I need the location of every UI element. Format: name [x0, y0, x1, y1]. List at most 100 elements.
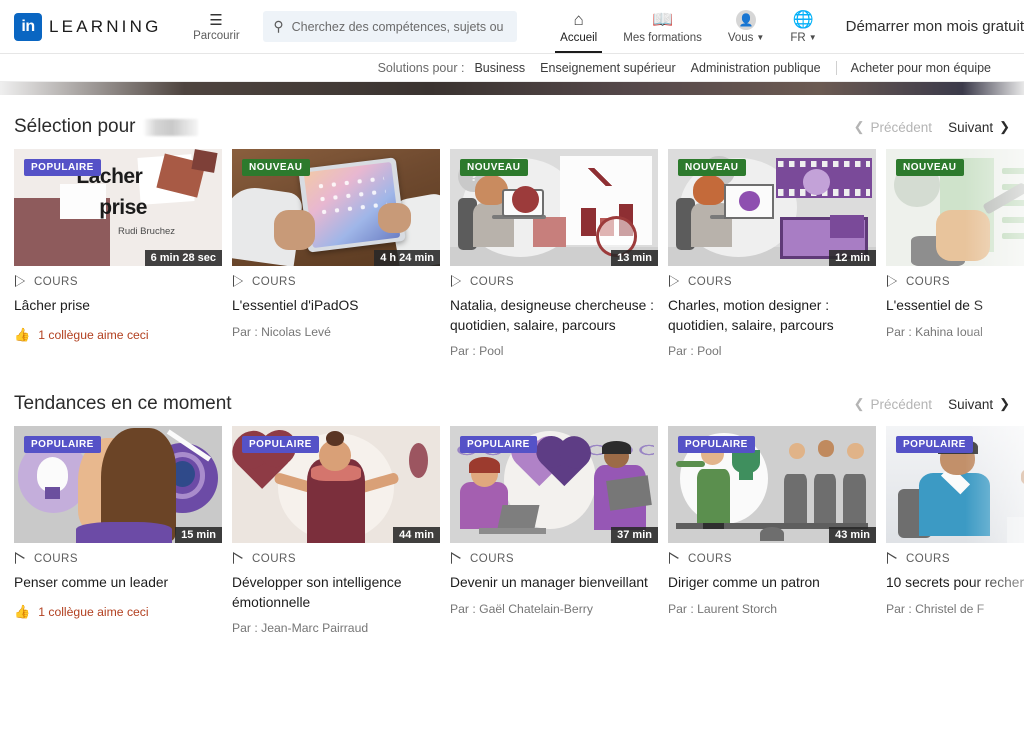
nav-item-language[interactable]: 🌐 FR ▼ — [777, 0, 829, 53]
search-bar[interactable]: ⚲ — [263, 11, 518, 42]
course-type-label: COURS — [34, 552, 79, 565]
course-type-label: COURS — [252, 275, 297, 288]
chevron-down-icon: ▼ — [808, 33, 817, 42]
badge-new: NOUVEAU — [460, 159, 528, 176]
book-icon: 📖 — [651, 9, 674, 29]
thumbs-up-icon: 👍 — [14, 603, 31, 619]
course-thumbnail[interactable]: POPULAIRE 44 min — [232, 426, 440, 544]
course-title[interactable]: Penser comme un leader — [14, 573, 222, 593]
course-duration: 4 h 24 min — [374, 250, 440, 266]
linkedin-learning-logo[interactable]: in LEARNING — [14, 12, 162, 41]
course-social-proof: 👍 1 collègue aime ceci — [14, 604, 222, 620]
course-author: Par : Pool — [450, 344, 504, 359]
browse-label: Parcourir — [193, 29, 240, 42]
carousel-prev-button[interactable]: ❮ Précédent — [854, 119, 932, 135]
nav-item-vous[interactable]: 👤 Vous ▼ — [715, 0, 778, 53]
section-title-tendances: Tendances en ce moment — [14, 393, 232, 415]
thumbs-up-icon: 👍 — [14, 326, 31, 342]
course-type-label: COURS — [34, 275, 79, 288]
section-selection-pour: Sélection pour ❮ Précédent Suivant ❯ Lâc… — [14, 105, 1024, 359]
course-title[interactable]: Natalia, designeuse chercheuse : quotidi… — [450, 296, 658, 335]
course-duration: 6 min 28 sec — [144, 250, 222, 266]
solutions-prefix: Solutions pour : — [377, 60, 465, 75]
solutions-subnav: Solutions pour : Business Enseignement s… — [0, 54, 1024, 82]
section-title-text: Tendances en ce moment — [14, 393, 232, 415]
course-title[interactable]: Charles, motion designer : quotidien, sa… — [668, 296, 876, 335]
badge-new: NOUVEAU — [242, 159, 310, 176]
linkedin-in-icon: in — [14, 12, 42, 41]
search-input[interactable] — [291, 19, 508, 34]
carousel-next-button[interactable]: Suivant ❯ — [948, 119, 1010, 135]
start-free-month-button[interactable]: Démarrer mon mois gratuit — [846, 18, 1024, 35]
chevron-left-icon: ❮ — [853, 119, 865, 134]
promo-banner-strip — [0, 82, 1024, 95]
thumb-byline: Rudi Bruchez — [118, 226, 176, 238]
course-card[interactable]: POPULAIRE 44 min COURS Développer son in… — [232, 426, 440, 635]
course-type-label: COURS — [470, 275, 515, 288]
thumb-title-line2: prise — [99, 195, 147, 219]
course-card[interactable]: NOUVEAU 12 min COURS Charles, motion des… — [668, 149, 876, 358]
course-duration: 44 min — [393, 527, 440, 544]
course-title[interactable]: Devenir un manager bienveillant — [450, 573, 658, 593]
course-thumbnail[interactable]: NOUVEAU 4 h 24 min — [232, 149, 440, 266]
carousel-next-button[interactable]: Suivant ❯ — [948, 396, 1010, 412]
carousel-next-label: Suivant — [948, 119, 994, 135]
course-author: Par : Laurent Storch — [668, 601, 778, 616]
course-card[interactable]: NOUVEAU COURS L'essentiel de S Par : Kah… — [886, 149, 1024, 359]
course-duration: 12 min — [829, 250, 876, 266]
badge-popular: POPULAIRE — [24, 436, 101, 454]
course-card[interactable]: ? NOUVEAU 13 min COURS Natalia, designeu… — [450, 149, 658, 358]
subnav-link-public-administration[interactable]: Administration publique — [691, 61, 821, 75]
course-title[interactable]: L'essentiel de S — [886, 296, 1024, 316]
course-card[interactable]: POPULAIRE 37 min COURS Devenir un manage… — [450, 426, 658, 635]
course-duration: 37 min — [611, 527, 658, 544]
play-icon — [886, 552, 899, 565]
course-type-label: COURS — [470, 552, 515, 565]
badge-new: NOUVEAU — [896, 159, 964, 176]
course-type: COURS — [886, 275, 1024, 288]
course-title[interactable]: L'essentiel d'iPadOS — [232, 296, 440, 316]
course-thumbnail[interactable]: Lâcher prise Rudi Bruchez POPULAIRE 6 mi… — [14, 149, 222, 266]
course-author: Par : Jean-Marc Pairraud — [232, 621, 369, 636]
nav-label-language-text: FR — [790, 31, 806, 44]
course-card[interactable]: Lâcher prise Rudi Bruchez POPULAIRE 6 mi… — [14, 149, 222, 358]
course-author: Par : Gaël Chatelain-Berry — [450, 601, 593, 616]
main-content: Sélection pour ❮ Précédent Suivant ❯ Lâc… — [0, 105, 1024, 636]
course-title[interactable]: Diriger comme un patron — [668, 573, 876, 593]
course-title[interactable]: 10 secrets pour recherche d'em — [886, 573, 1024, 593]
subnav-link-business[interactable]: Business — [474, 61, 525, 75]
course-thumbnail[interactable]: POPULAIRE 15 min — [14, 426, 222, 544]
course-type-label: COURS — [252, 552, 297, 565]
course-title[interactable]: Lâcher prise — [14, 296, 222, 316]
nav-label-mes-formations: Mes formations — [623, 31, 702, 44]
course-card[interactable]: NOUVEAU 4 h 24 min COURS L'essentiel d'i… — [232, 149, 440, 358]
course-thumbnail[interactable]: NOUVEAU — [886, 149, 1024, 266]
course-thumbnail[interactable]: POPULAIRE — [886, 426, 1024, 544]
globe-icon: 🌐 — [792, 9, 815, 29]
course-type: COURS — [14, 552, 222, 565]
subnav-link-higher-education[interactable]: Enseignement supérieur — [540, 61, 676, 75]
course-thumbnail[interactable]: POPULAIRE 37 min — [450, 426, 658, 544]
course-thumbnail[interactable]: NOUVEAU 12 min — [668, 149, 876, 266]
course-card[interactable]: POPULAIRE COURS 10 secrets pour recherch… — [886, 426, 1024, 636]
badge-popular: POPULAIRE — [678, 436, 755, 454]
course-thumbnail[interactable]: POPULAIRE 43 min — [668, 426, 876, 544]
subnav-link-buy-for-team[interactable]: Acheter pour mon équipe — [851, 61, 991, 75]
section-title-text: Sélection pour — [14, 116, 136, 137]
play-icon — [14, 275, 27, 288]
course-card[interactable]: POPULAIRE 43 min COURS Diriger comme un … — [668, 426, 876, 635]
nav-item-accueil[interactable]: ⌂ Accueil — [547, 0, 610, 53]
course-social-label: 1 collègue aime ceci — [38, 604, 149, 619]
play-icon — [14, 552, 27, 565]
carousel-prev-button[interactable]: ❮ Précédent — [854, 396, 932, 412]
browse-button[interactable]: ☰ Parcourir — [190, 12, 244, 42]
course-type: COURS — [886, 552, 1024, 565]
chevron-right-icon: ❯ — [999, 119, 1010, 134]
nav-item-mes-formations[interactable]: 📖 Mes formations — [610, 0, 715, 53]
course-card[interactable]: POPULAIRE 15 min COURS Penser comme un l… — [14, 426, 222, 635]
course-thumbnail[interactable]: ? NOUVEAU 13 min — [450, 149, 658, 266]
course-author: Par : Pool — [668, 344, 722, 359]
course-title[interactable]: Développer son intelligence émotionnelle — [232, 573, 440, 612]
section-tendances: Tendances en ce moment ❮ Précédent Suiva… — [14, 382, 1024, 636]
course-type-label: COURS — [906, 552, 951, 565]
